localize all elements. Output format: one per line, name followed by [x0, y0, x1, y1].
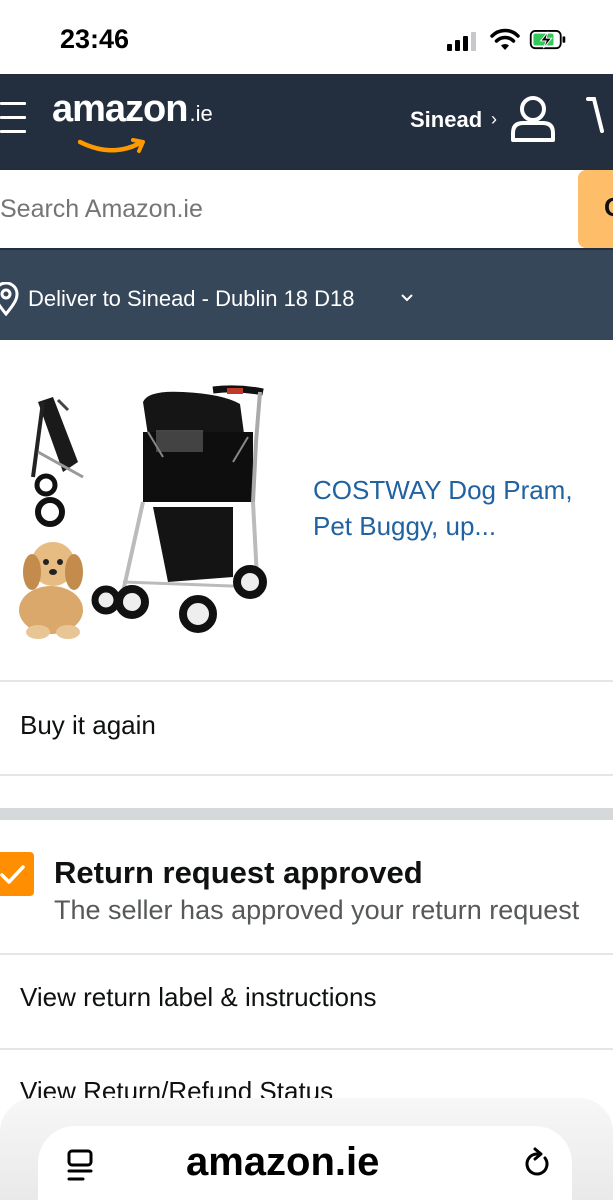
divider: [0, 774, 613, 776]
checkmark-icon: [0, 852, 34, 896]
order-item: COSTWAY Dog Pram, Pet Buggy, up...: [0, 340, 613, 680]
user-icon[interactable]: [508, 93, 558, 143]
product-image[interactable]: [8, 382, 288, 652]
search-input[interactable]: [0, 170, 613, 248]
smile-arrow-icon: [78, 138, 145, 153]
chevron-down-icon: [401, 294, 413, 302]
deliver-to-bar[interactable]: Deliver to Sinead - Dublin 18 D18: [0, 250, 613, 340]
reload-icon[interactable]: [522, 1146, 552, 1180]
browser-toolbar: amazon.ie: [0, 1098, 613, 1200]
logo-tld: .ie: [189, 101, 213, 126]
status-time: 23:46: [60, 24, 130, 54]
page-menu-icon[interactable]: [66, 1148, 94, 1184]
search-bar: Q: [0, 166, 613, 250]
location-pin-icon: [0, 282, 19, 316]
cart-icon[interactable]: [586, 93, 613, 143]
site-header: amazon.ie Sinead ›: [0, 74, 613, 166]
search-icon: Q: [604, 192, 613, 223]
menu-icon[interactable]: [0, 102, 26, 136]
logo-word: amazon: [52, 88, 188, 130]
address-bar[interactable]: amazon.ie: [38, 1126, 572, 1200]
status-bar: 23:46: [0, 0, 613, 74]
url-text: amazon.ie: [186, 1140, 380, 1184]
account-name[interactable]: Sinead: [410, 107, 482, 133]
buy-it-again-button[interactable]: Buy it again: [20, 710, 156, 741]
cellular-signal-icon: [447, 31, 481, 51]
search-button[interactable]: Q: [578, 170, 613, 248]
folded-stroller-image: [31, 397, 84, 527]
amazon-logo[interactable]: amazon.ie: [52, 88, 213, 153]
section-divider: [0, 808, 613, 820]
stroller-image: [91, 385, 267, 633]
battery-charging-icon: [529, 30, 566, 50]
account-chevron: ›: [491, 109, 497, 129]
divider: [0, 1048, 613, 1050]
return-status-title: Return request approved: [54, 855, 423, 890]
wifi-icon: [490, 28, 520, 50]
divider: [0, 953, 613, 955]
product-title-link[interactable]: COSTWAY Dog Pram, Pet Buggy, up...: [313, 472, 613, 544]
dog-image: [19, 542, 83, 639]
return-status-subtitle: The seller has approved your return requ…: [54, 895, 580, 925]
deliver-to-text: Deliver to Sinead - Dublin 18 D18: [28, 286, 355, 311]
divider: [0, 680, 613, 682]
view-return-label-button[interactable]: View return label & instructions: [20, 982, 376, 1013]
